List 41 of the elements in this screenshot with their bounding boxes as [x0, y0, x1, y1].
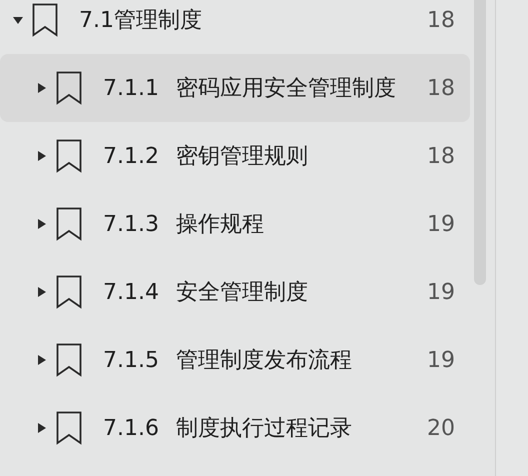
- section-title: 制度执行过程记录: [176, 414, 352, 442]
- outline-item[interactable]: 7.1.4 安全管理制度 19: [0, 258, 470, 326]
- section-title: 管理制度发布流程: [176, 346, 352, 374]
- section-number: 7.1.2: [103, 142, 160, 170]
- outline-item[interactable]: 7.1.2 密钥管理规则 18: [0, 122, 470, 190]
- section-title: 密码应用安全管理制度: [176, 74, 396, 102]
- expand-toggle-icon[interactable]: [36, 150, 48, 162]
- page-number: 19: [427, 210, 455, 238]
- page-number: 20: [427, 414, 455, 442]
- section-title: 操作规程: [176, 210, 264, 238]
- expand-toggle-icon[interactable]: [36, 218, 48, 230]
- bookmark-icon: [32, 3, 58, 37]
- expand-toggle-icon[interactable]: [36, 422, 48, 434]
- expand-toggle-icon[interactable]: [36, 82, 48, 94]
- bookmark-icon: [56, 139, 82, 173]
- outline-item[interactable]: 7.1.1 密码应用安全管理制度 18: [0, 54, 470, 122]
- section-number: 7.1.3: [103, 210, 160, 238]
- page-number: 18: [427, 6, 455, 34]
- outline-item[interactable]: 7.1.5 管理制度发布流程 19: [0, 326, 470, 394]
- section-title: 7.1管理制度: [79, 6, 202, 34]
- outline-item[interactable]: 7.1.6 制度执行过程记录 20: [0, 394, 470, 462]
- bookmark-icon: [56, 411, 82, 445]
- section-title: 安全管理制度: [176, 278, 308, 306]
- section-title: 密钥管理规则: [176, 142, 308, 170]
- bookmark-icon: [56, 71, 82, 105]
- section-number: 7.1.5: [103, 346, 160, 374]
- section-number: 7.1.1: [103, 74, 160, 102]
- bookmark-icon: [56, 207, 82, 241]
- expand-toggle-icon[interactable]: [12, 14, 24, 26]
- outline-item[interactable]: 7.1管理制度 18: [0, 0, 470, 54]
- page-number: 18: [427, 74, 455, 102]
- section-number: 7.1.4: [103, 278, 160, 306]
- page-number: 18: [427, 142, 455, 170]
- expand-toggle-icon[interactable]: [36, 354, 48, 366]
- page-number: 19: [427, 346, 455, 374]
- page-number: 19: [427, 278, 455, 306]
- bookmark-icon: [56, 343, 82, 377]
- bookmark-icon: [56, 275, 82, 309]
- outline-item[interactable]: 7.1.3 操作规程 19: [0, 190, 470, 258]
- expand-toggle-icon[interactable]: [36, 286, 48, 298]
- section-number: 7.1.6: [103, 414, 160, 442]
